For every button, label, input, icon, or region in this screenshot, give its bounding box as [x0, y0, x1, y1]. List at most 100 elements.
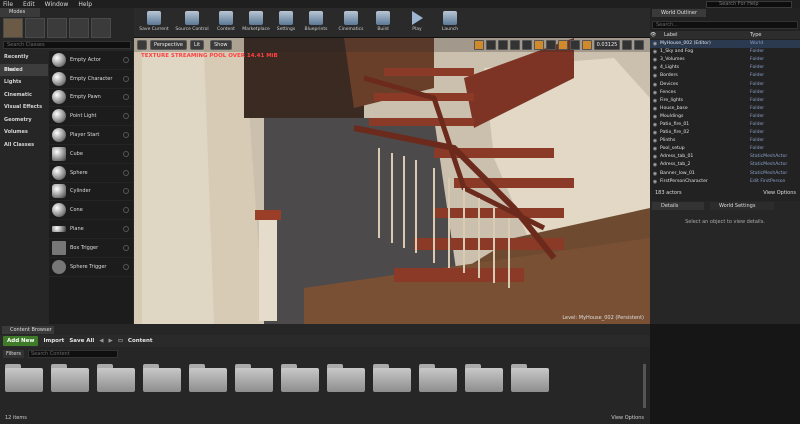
- type-column-header[interactable]: Type: [750, 31, 761, 39]
- menu-edit[interactable]: Edit: [23, 1, 35, 8]
- eye-icon[interactable]: ◉: [650, 89, 660, 97]
- transform-icon[interactable]: [474, 40, 484, 50]
- class-search-input[interactable]: Search Classes: [3, 41, 131, 49]
- list-item[interactable]: Cone: [49, 201, 133, 221]
- outliner-row[interactable]: ◉ MyHouse_002 (Editor) World: [650, 40, 800, 49]
- cb-view-options-button[interactable]: View Options: [611, 412, 644, 424]
- eye-icon[interactable]: ◉: [650, 178, 660, 186]
- eye-icon[interactable]: ◉: [650, 121, 660, 129]
- rotate-icon[interactable]: [486, 40, 496, 50]
- save-all-button[interactable]: Save All: [69, 338, 94, 344]
- scale-snap-icon[interactable]: [582, 40, 592, 50]
- add-new-button[interactable]: Add New: [3, 336, 39, 346]
- folder-icon[interactable]: [281, 364, 319, 392]
- list-item[interactable]: Box Trigger: [49, 239, 133, 258]
- folder-icon[interactable]: [373, 364, 411, 392]
- folder-icon[interactable]: [235, 364, 273, 392]
- eye-icon[interactable]: ◉: [650, 105, 660, 113]
- list-item[interactable]: Player Start: [49, 126, 133, 145]
- category-all-classes[interactable]: All Classes: [0, 139, 48, 152]
- outliner-row[interactable]: ◉ Patio_fire_02 Folder: [650, 129, 800, 137]
- rotation-size-icon[interactable]: [570, 40, 580, 50]
- folder-icon[interactable]: [465, 364, 503, 392]
- content-browser-tab[interactable]: Content Browser: [2, 326, 54, 334]
- list-item[interactable]: Cylinder: [49, 183, 133, 202]
- place-mode-icon[interactable]: [3, 18, 23, 38]
- import-button[interactable]: Import: [43, 338, 64, 344]
- outliner-row[interactable]: ◉ 3_Volumes Folder: [650, 56, 800, 64]
- forward-icon[interactable]: ▶: [108, 338, 112, 344]
- list-item[interactable]: Empty Actor: [49, 51, 133, 70]
- filters-button[interactable]: Filters: [3, 350, 24, 358]
- list-item[interactable]: Empty Character: [49, 70, 133, 89]
- outliner-row[interactable]: ◉ Mouldings Folder: [650, 113, 800, 121]
- eye-icon[interactable]: ◉: [650, 170, 660, 178]
- category-recently-placed[interactable]: Recently Placed: [0, 51, 48, 73]
- outliner-row[interactable]: ◉ Patio_fire_01 Folder: [650, 121, 800, 129]
- perspective-button[interactable]: Perspective: [150, 40, 187, 50]
- grid-size-icon[interactable]: [546, 40, 556, 50]
- label-column-header[interactable]: Label: [660, 31, 750, 39]
- snap-value[interactable]: 0.03125: [594, 40, 620, 50]
- outliner-search-input[interactable]: Search...: [652, 21, 798, 29]
- outliner-row[interactable]: ◉ Fire_lights Folder: [650, 97, 800, 105]
- outliner-row[interactable]: ◉ 4_Lights Folder: [650, 64, 800, 72]
- folder-icon[interactable]: [327, 364, 365, 392]
- outliner-row[interactable]: ◉ Adress_tab_2 StaticMeshActor: [650, 161, 800, 169]
- eye-icon[interactable]: ◉: [650, 137, 660, 145]
- world-settings-tab[interactable]: World Settings: [710, 202, 774, 210]
- scale-icon[interactable]: [498, 40, 508, 50]
- settings-button[interactable]: Settings: [274, 9, 298, 37]
- details-tab[interactable]: Details: [652, 202, 704, 210]
- eye-icon[interactable]: ◉: [650, 81, 660, 89]
- camera-speed-icon[interactable]: [622, 40, 632, 50]
- outliner-row[interactable]: ◉ FirstPersonCharacter Edit FirstPerson: [650, 178, 800, 186]
- source-control-button[interactable]: Source Control: [172, 9, 212, 37]
- outliner-row[interactable]: ◉ Devices Folder: [650, 80, 800, 88]
- path-breadcrumb[interactable]: Content: [128, 338, 153, 344]
- outliner-row[interactable]: ◉ 1_Sky and Fog Folder: [650, 48, 800, 56]
- outliner-row[interactable]: ◉ House_base Folder: [650, 105, 800, 113]
- outliner-row[interactable]: ◉ Fences Folder: [650, 89, 800, 97]
- surface-snap-icon[interactable]: [522, 40, 532, 50]
- help-search-input[interactable]: Search For Help: [706, 1, 792, 8]
- outliner-row[interactable]: ◉ Pool_setup Folder: [650, 145, 800, 153]
- play-button[interactable]: Play: [406, 9, 428, 37]
- folder-icon[interactable]: [189, 364, 227, 392]
- outliner-row[interactable]: ◉ Adress_tab_01 StaticMeshActor: [650, 153, 800, 161]
- category-lights[interactable]: Lights: [0, 76, 48, 89]
- level-viewport[interactable]: Perspective Lit Show 0.03125 TEXTURE STR…: [134, 38, 650, 324]
- folder-icon[interactable]: [5, 364, 43, 392]
- category-basic[interactable]: Basic: [0, 63, 48, 76]
- category-geometry[interactable]: Geometry: [0, 114, 48, 127]
- outliner-row[interactable]: ◉ Banner_low_01 StaticMeshActor: [650, 170, 800, 178]
- marketplace-button[interactable]: Marketplace: [240, 9, 272, 37]
- geometry-mode-icon[interactable]: [91, 18, 111, 38]
- cinematics-button[interactable]: Cinematics: [336, 9, 366, 37]
- eye-icon[interactable]: ◉: [650, 48, 660, 56]
- content-search-input[interactable]: Search Content: [28, 350, 118, 358]
- category-volumes[interactable]: Volumes: [0, 126, 48, 139]
- folder-icon[interactable]: [511, 364, 549, 392]
- folder-icon[interactable]: [51, 364, 89, 392]
- list-item[interactable]: Plane: [49, 220, 133, 239]
- foliage-mode-icon[interactable]: [69, 18, 89, 38]
- eye-icon[interactable]: ◉: [650, 129, 660, 137]
- paint-mode-icon[interactable]: [25, 18, 45, 38]
- save-current-button[interactable]: Save Current: [136, 9, 172, 37]
- list-item[interactable]: Sphere: [49, 164, 133, 183]
- eye-icon[interactable]: ◉: [650, 56, 660, 64]
- grid-snap-icon[interactable]: [534, 40, 544, 50]
- rotation-snap-icon[interactable]: [558, 40, 568, 50]
- list-item[interactable]: Empty Pawn: [49, 89, 133, 108]
- eye-icon[interactable]: ◉: [650, 64, 660, 72]
- list-item[interactable]: Cube: [49, 145, 133, 164]
- outliner-row[interactable]: ◉ Borders Folder: [650, 72, 800, 80]
- landscape-mode-icon[interactable]: [47, 18, 67, 38]
- folder-icon[interactable]: [143, 364, 181, 392]
- menu-help[interactable]: Help: [78, 1, 92, 8]
- menu-file[interactable]: File: [3, 1, 13, 8]
- world-icon[interactable]: [510, 40, 520, 50]
- modes-tab[interactable]: Modes: [0, 8, 40, 17]
- launch-button[interactable]: Launch: [438, 9, 462, 37]
